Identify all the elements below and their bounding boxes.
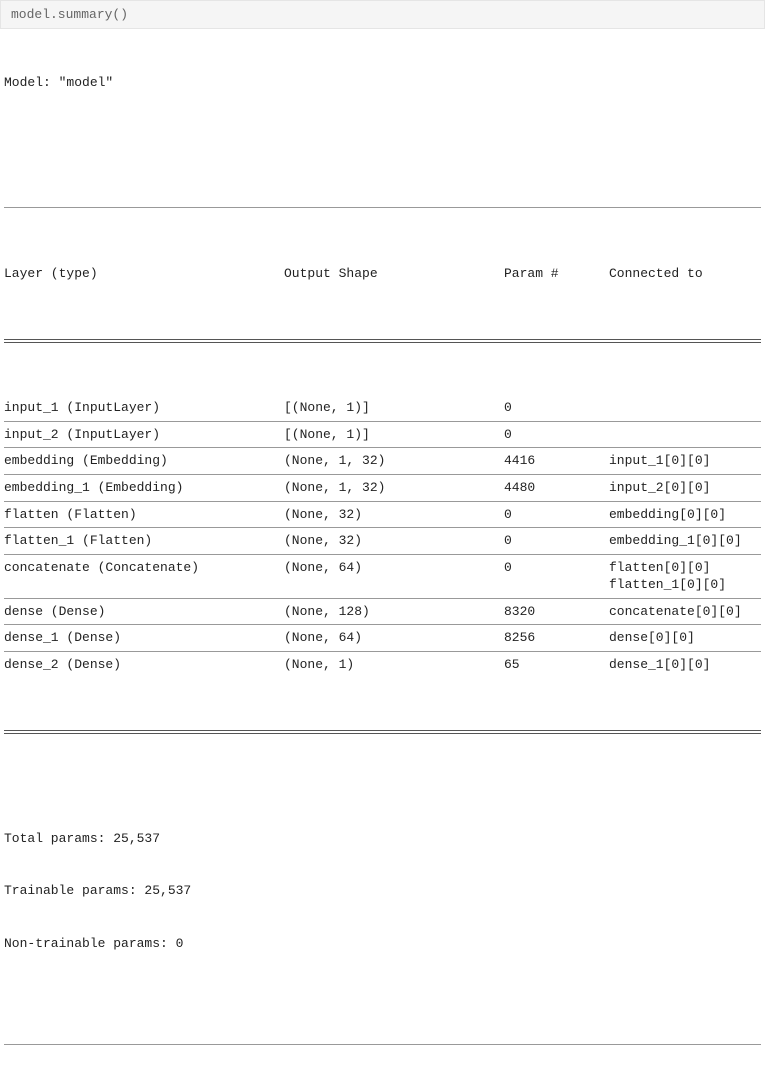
cell-shape: (None, 32) <box>284 506 504 524</box>
cell-conn: concatenate[0][0] <box>609 603 761 621</box>
rows-container: input_1 (InputLayer)[(None, 1)]0input_2 … <box>4 399 761 673</box>
cell-param: 8256 <box>504 629 609 647</box>
summary-table: Layer (type) Output Shape Param # Connec… <box>4 150 761 1066</box>
cell-shape: (None, 128) <box>284 603 504 621</box>
separator <box>4 554 761 555</box>
cell-layer: flatten (Flatten) <box>4 506 284 524</box>
cell-conn: embedding[0][0] <box>609 506 761 524</box>
code-cell[interactable]: model.summary() <box>0 0 765 29</box>
cell-param: 0 <box>504 506 609 524</box>
cell-conn <box>609 399 761 417</box>
separator <box>4 447 761 448</box>
trainable-params: Trainable params: 25,537 <box>4 882 761 900</box>
table-row: flatten (Flatten)(None, 32)0embedding[0]… <box>4 506 761 524</box>
cell-param: 0 <box>504 399 609 417</box>
cell-layer: dense_1 (Dense) <box>4 629 284 647</box>
header-row: Layer (type) Output Shape Param # Connec… <box>4 265 761 283</box>
cell-shape: (None, 1, 32) <box>284 452 504 470</box>
totals-block: Total params: 25,537 Trainable params: 2… <box>4 795 761 988</box>
separator <box>4 598 761 599</box>
header-shape: Output Shape <box>284 265 504 283</box>
cell-param: 0 <box>504 532 609 550</box>
cell-param: 0 <box>504 426 609 444</box>
separator <box>4 651 761 652</box>
table-row: input_1 (InputLayer)[(None, 1)]0 <box>4 399 761 417</box>
cell-param: 4480 <box>504 479 609 497</box>
table-row: embedding_1 (Embedding)(None, 1, 32)4480… <box>4 479 761 497</box>
cell-shape: (None, 1) <box>284 656 504 674</box>
cell-shape: (None, 64) <box>284 629 504 647</box>
cell-layer: embedding (Embedding) <box>4 452 284 470</box>
table-row: dense (Dense)(None, 128)8320concatenate[… <box>4 603 761 621</box>
model-title: Model: "model" <box>4 74 761 92</box>
separator <box>4 624 761 625</box>
cell-layer: embedding_1 (Embedding) <box>4 479 284 497</box>
cell-param: 4416 <box>504 452 609 470</box>
cell-shape: [(None, 1)] <box>284 399 504 417</box>
separator <box>4 1044 761 1045</box>
cell-shape: (None, 32) <box>284 532 504 550</box>
cell-conn: flatten[0][0] flatten_1[0][0] <box>609 559 761 594</box>
separator <box>4 501 761 502</box>
table-row: dense_1 (Dense)(None, 64)8256dense[0][0] <box>4 629 761 647</box>
cell-shape: (None, 1, 32) <box>284 479 504 497</box>
cell-layer: input_1 (InputLayer) <box>4 399 284 417</box>
cell-layer: input_2 (InputLayer) <box>4 426 284 444</box>
separator <box>4 474 761 475</box>
cell-conn: dense[0][0] <box>609 629 761 647</box>
table-row: flatten_1 (Flatten)(None, 32)0embedding_… <box>4 532 761 550</box>
cell-conn: embedding_1[0][0] <box>609 532 761 550</box>
cell-conn: input_2[0][0] <box>609 479 761 497</box>
cell-shape: (None, 64) <box>284 559 504 594</box>
cell-conn: input_1[0][0] <box>609 452 761 470</box>
separator <box>4 207 761 208</box>
header-layer: Layer (type) <box>4 265 284 283</box>
table-row: embedding (Embedding)(None, 1, 32)4416in… <box>4 452 761 470</box>
cell-conn <box>609 426 761 444</box>
header-param: Param # <box>504 265 609 283</box>
separator-thick <box>4 730 761 734</box>
header-conn: Connected to <box>609 265 761 283</box>
output-block: Model: "model" Layer (type) Output Shape… <box>0 29 765 1066</box>
code-text: model.summary() <box>11 7 128 22</box>
nontrainable-params: Non-trainable params: 0 <box>4 935 761 953</box>
separator <box>4 527 761 528</box>
total-params: Total params: 25,537 <box>4 830 761 848</box>
cell-param: 65 <box>504 656 609 674</box>
table-row: input_2 (InputLayer)[(None, 1)]0 <box>4 426 761 444</box>
cell-layer: flatten_1 (Flatten) <box>4 532 284 550</box>
cell-layer: concatenate (Concatenate) <box>4 559 284 594</box>
separator <box>4 421 761 422</box>
cell-layer: dense_2 (Dense) <box>4 656 284 674</box>
cell-param: 8320 <box>504 603 609 621</box>
cell-layer: dense (Dense) <box>4 603 284 621</box>
table-row: concatenate (Concatenate)(None, 64)0flat… <box>4 559 761 594</box>
cell-conn: dense_1[0][0] <box>609 656 761 674</box>
table-row: dense_2 (Dense)(None, 1)65dense_1[0][0] <box>4 656 761 674</box>
separator-thick <box>4 339 761 343</box>
cell-shape: [(None, 1)] <box>284 426 504 444</box>
cell-param: 0 <box>504 559 609 594</box>
